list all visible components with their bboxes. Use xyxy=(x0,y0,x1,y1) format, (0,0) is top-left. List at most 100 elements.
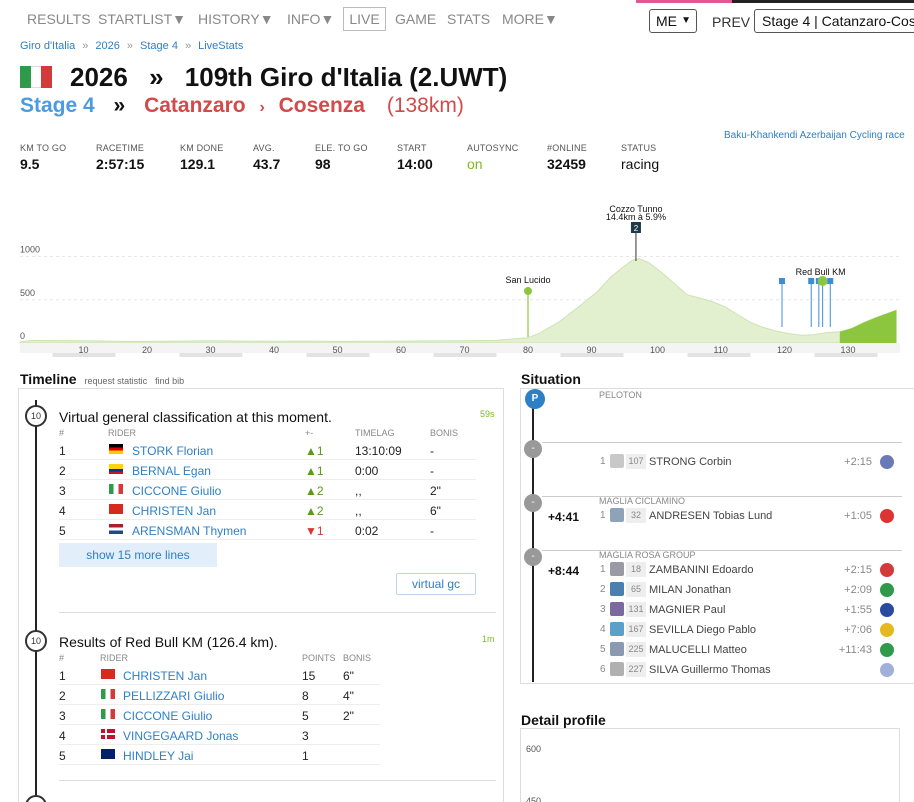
nav-live[interactable]: LIVE xyxy=(343,7,386,31)
rider-position: 2 xyxy=(600,584,606,595)
situation-rider-row[interactable]: 1 18 ZAMBANINI Edoardo +2:15 xyxy=(596,560,896,580)
stat-value: 43.7 xyxy=(253,156,281,172)
nationality-flag-icon xyxy=(101,749,115,759)
rider-name-link[interactable]: VINGEGAARD Jonas xyxy=(123,729,238,743)
stat-label: KM TO GO xyxy=(20,143,67,153)
stat-label: START xyxy=(397,143,427,153)
time-diff: +2:15 xyxy=(844,456,872,468)
nationality-flag-icon xyxy=(109,464,123,474)
sprint-marker[interactable] xyxy=(827,278,834,284)
x-tick-label: 100 xyxy=(650,345,665,355)
situation-rider-row[interactable]: 1 107 STRONG Corbin +2:15 xyxy=(596,452,896,472)
rider-bib: 167 xyxy=(626,622,646,637)
x-tick-label: 120 xyxy=(777,345,792,355)
y-tick-label: 1000 xyxy=(20,245,40,255)
rider-name-link[interactable]: CICCONE Giulio xyxy=(132,484,221,498)
peloton-marker[interactable]: P xyxy=(525,389,545,409)
breadcrumb-livestats[interactable]: LiveStats xyxy=(198,40,243,52)
sprint-marker[interactable] xyxy=(808,278,815,284)
situation-rider-row[interactable]: 3 131 MAGNIER Paul +1:55 xyxy=(596,600,896,620)
breadcrumb-separator: » xyxy=(184,40,192,52)
stage-profile-chart: 10 20 30 40 50 60 70 80 90 100 110 120 130 10005000 … xyxy=(19,204,900,357)
rider-name: MALUCELLI Matteo xyxy=(649,644,747,656)
nav-stats[interactable]: STATS xyxy=(447,11,490,27)
position-change: ▲2 xyxy=(305,484,324,498)
detail-y-tick: 450 xyxy=(526,796,542,802)
group-marker[interactable]: - xyxy=(524,548,542,566)
stat-autosync[interactable]: AUTOSYNC on xyxy=(467,143,518,172)
team-jersey-icon xyxy=(610,582,624,596)
breadcrumb-stage[interactable]: Stage 4 xyxy=(140,40,178,52)
stage-label: Stage 4 xyxy=(20,94,95,117)
bonus-seconds: - xyxy=(430,444,434,458)
situation-rider-row[interactable]: 1 32 ANDRESEN Tobias Lund +1:05 xyxy=(596,506,896,526)
virtual-gc-button[interactable]: virtual gc xyxy=(396,573,476,595)
col-delta: +- xyxy=(305,428,314,438)
group-label: PELOTON xyxy=(599,390,642,400)
nav-more[interactable]: MORE▼ xyxy=(502,11,558,27)
km-points: 1 xyxy=(302,749,309,763)
rider-position: 3 xyxy=(600,604,606,615)
rider-name-link[interactable]: HINDLEY Jai xyxy=(123,749,193,763)
nav-history[interactable]: HISTORY▼ xyxy=(198,11,274,27)
rider-name-link[interactable]: STORK Florian xyxy=(132,444,213,458)
request-statistic-link[interactable]: request statistic xyxy=(85,376,148,386)
stage-select[interactable]: Stage 4 | Catanzaro-Cosenza xyxy=(754,9,914,33)
stage-arrow: › xyxy=(259,99,265,116)
rider-bib: 18 xyxy=(626,562,646,577)
nav-startlist[interactable]: STARTLIST▼ xyxy=(98,11,186,27)
language-select[interactable]: ME ▼ xyxy=(649,9,697,33)
stage-separator: » xyxy=(113,94,126,117)
situation-rider-row[interactable]: 5 225 MALUCELLI Matteo +11:43 xyxy=(596,640,896,660)
nav-results[interactable]: RESULTS xyxy=(27,11,91,27)
col-points: POINTS xyxy=(302,653,336,663)
rider-name: MAGNIER Paul xyxy=(649,604,726,616)
situation-rider-row[interactable]: 2 65 MILAN Jonathan +2:09 xyxy=(596,580,896,600)
country-flag-icon xyxy=(880,583,894,597)
rider-position: 5 xyxy=(600,644,606,655)
situation-rider-row[interactable]: 4 167 SEVILLA Diego Pablo +7:06 xyxy=(596,620,896,640)
show-more-button[interactable]: show 15 more lines xyxy=(59,543,217,567)
rider-name-link[interactable]: CHRISTEN Jan xyxy=(123,669,207,683)
sprint-marker[interactable] xyxy=(779,278,785,284)
bonus-seconds: 6" xyxy=(343,669,354,683)
rider-name: MILAN Jonathan xyxy=(649,584,731,596)
rider-name-link[interactable]: CICCONE Giulio xyxy=(123,709,212,723)
find-bib-link[interactable]: find bib xyxy=(155,376,184,386)
situation-rider-row[interactable]: 6 227 SILVA Guillermo Thomas xyxy=(596,660,896,680)
climb-marker-dot[interactable] xyxy=(524,287,532,295)
race-position-marker xyxy=(817,276,828,286)
profile-area xyxy=(19,258,897,344)
climb-category: 2 xyxy=(634,224,639,233)
nav-game[interactable]: GAME xyxy=(395,11,436,27)
table-row: 4 CHRISTEN Jan ▲2,, 6" xyxy=(59,500,476,520)
rider-name-link[interactable]: BERNAL Egan xyxy=(132,464,211,478)
rider-position: 1 xyxy=(600,456,606,467)
stat-value: 2:57:15 xyxy=(96,156,145,172)
time-diff: +1:05 xyxy=(844,510,872,522)
group-marker[interactable]: - xyxy=(524,494,542,512)
group-marker[interactable]: - xyxy=(524,440,542,458)
language-value: ME xyxy=(656,13,677,29)
stat-value: 98 xyxy=(315,156,331,172)
stat-label: AUTOSYNC xyxy=(467,143,519,153)
time-lag: ,, xyxy=(355,484,362,498)
team-jersey-icon xyxy=(610,662,624,676)
rider-name-link[interactable]: PELLIZZARI Giulio xyxy=(123,689,224,703)
breadcrumb-race[interactable]: Giro d'Italia xyxy=(20,40,75,52)
y-tick-label: 500 xyxy=(20,288,35,298)
rider-name-link[interactable]: ARENSMAN Thymen xyxy=(132,524,246,538)
nationality-flag-icon xyxy=(101,729,115,739)
rider-bib: 32 xyxy=(626,508,646,523)
sponsor-race-link[interactable]: Baku-Khankendi Azerbaijan Cycling race xyxy=(724,130,905,141)
nationality-flag-icon xyxy=(101,709,115,719)
nav-info[interactable]: INFO▼ xyxy=(287,11,334,27)
profile-area-completed xyxy=(839,310,897,343)
table-row: 4 VINGEGAARD Jonas 3 xyxy=(59,725,380,745)
km-points: 5 xyxy=(302,709,309,723)
country-flag-icon xyxy=(880,623,894,637)
table-row: 2 PELLIZZARI Giulio 8 4" xyxy=(59,685,380,705)
prev-stage-link[interactable]: PREV xyxy=(712,14,750,30)
breadcrumb-year[interactable]: 2026 xyxy=(95,40,119,52)
rider-name-link[interactable]: CHRISTEN Jan xyxy=(132,504,216,518)
